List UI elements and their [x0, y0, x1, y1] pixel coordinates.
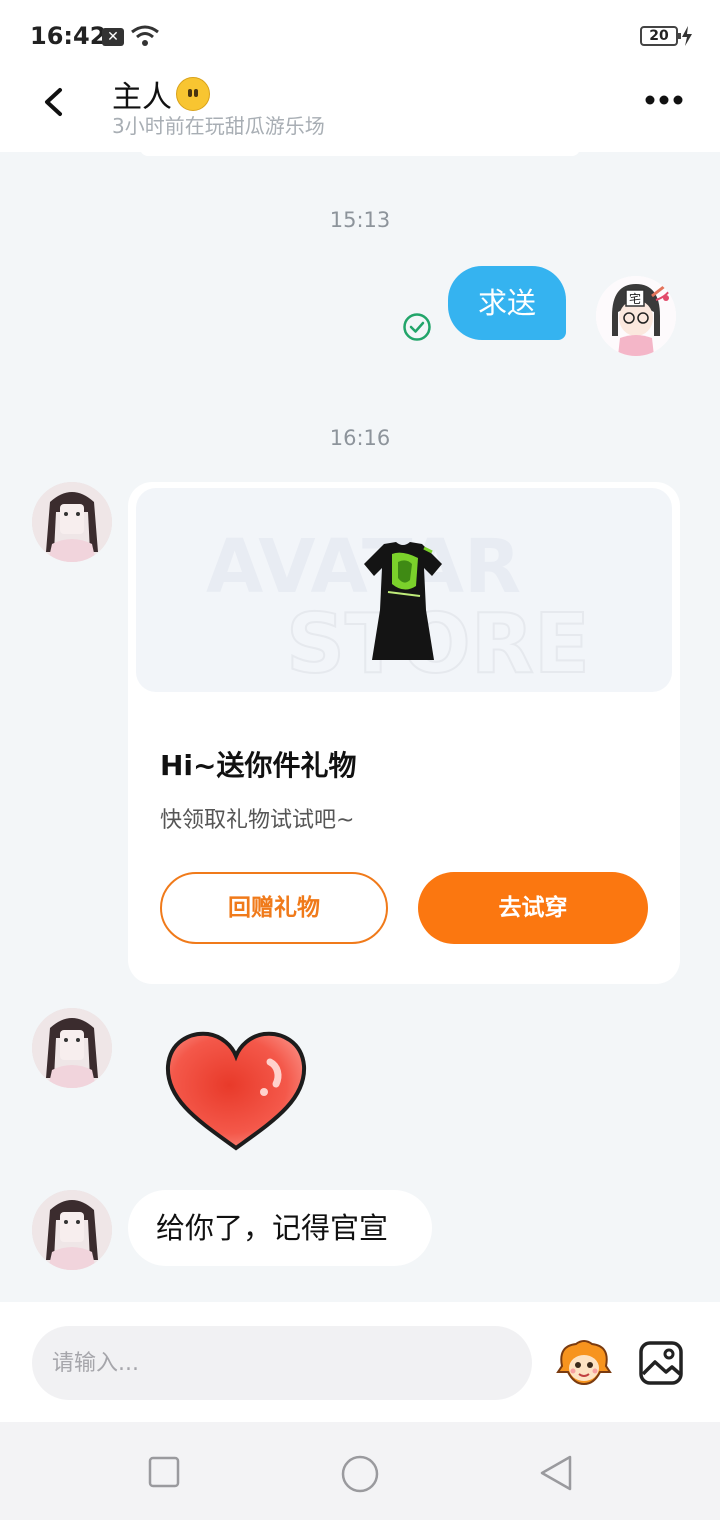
notification-x-icon: ✕ [102, 28, 124, 46]
message-input[interactable] [32, 1326, 532, 1400]
gift-card[interactable]: AVATAR STORE Hi~送你件礼物 快领取礼物试试吧~ 回赠礼物 去试穿 [128, 482, 680, 984]
recent-apps-icon[interactable] [148, 1456, 180, 1488]
status-bar: 16:42 ✕ 20 [0, 0, 720, 72]
last-active-status: 3小时前在玩甜瓜游乐场 [112, 114, 325, 138]
battery-indicator: 20 [640, 26, 681, 46]
girl-photo-avatar [32, 1190, 112, 1270]
received-message-bubble[interactable]: 给你了，记得官宣 [128, 1190, 432, 1266]
status-time: 16:42 [30, 22, 107, 50]
gift-preview-image[interactable]: AVATAR STORE [136, 488, 672, 692]
my-avatar[interactable]: 宅 [596, 276, 676, 356]
chat-header: 主人 3小时前在玩甜瓜游乐场 [0, 72, 720, 152]
gift-card-description: 快领取礼物试试吧~ [160, 808, 355, 833]
gift-card-title: Hi~送你件礼物 [160, 749, 357, 782]
return-gift-button[interactable]: 回赠礼物 [160, 872, 388, 944]
message-input-bar [0, 1302, 720, 1422]
nav-back-icon[interactable] [538, 1454, 574, 1492]
back-arrow-icon[interactable] [36, 84, 72, 120]
message-timestamp: 16:16 [329, 426, 391, 450]
contact-avatar[interactable] [32, 1008, 112, 1088]
girl-photo-avatar [32, 482, 112, 562]
read-check-icon [403, 313, 431, 341]
image-picker-icon[interactable] [638, 1340, 684, 1386]
sticker-mascot-icon[interactable] [554, 1338, 614, 1390]
more-options-icon[interactable] [644, 94, 684, 106]
system-nav-bar [0, 1422, 720, 1520]
try-on-button[interactable]: 去试穿 [418, 872, 648, 944]
wifi-icon [131, 25, 159, 46]
anime-avatar-icon: 宅 [596, 276, 676, 356]
sent-message-bubble[interactable]: 求送 [448, 266, 566, 340]
neutral-face-emoji-icon [176, 77, 210, 111]
girl-photo-avatar [32, 1008, 112, 1088]
contact-avatar[interactable] [32, 482, 112, 562]
charging-icon [682, 26, 692, 46]
heart-sticker-icon[interactable] [160, 1026, 312, 1154]
home-icon[interactable] [340, 1454, 380, 1494]
header-shadow [140, 148, 580, 156]
message-timestamp: 15:13 [329, 208, 391, 232]
svg-text:宅: 宅 [629, 291, 641, 306]
contact-avatar[interactable] [32, 1190, 112, 1270]
black-tshirt-dress-icon [364, 542, 442, 660]
